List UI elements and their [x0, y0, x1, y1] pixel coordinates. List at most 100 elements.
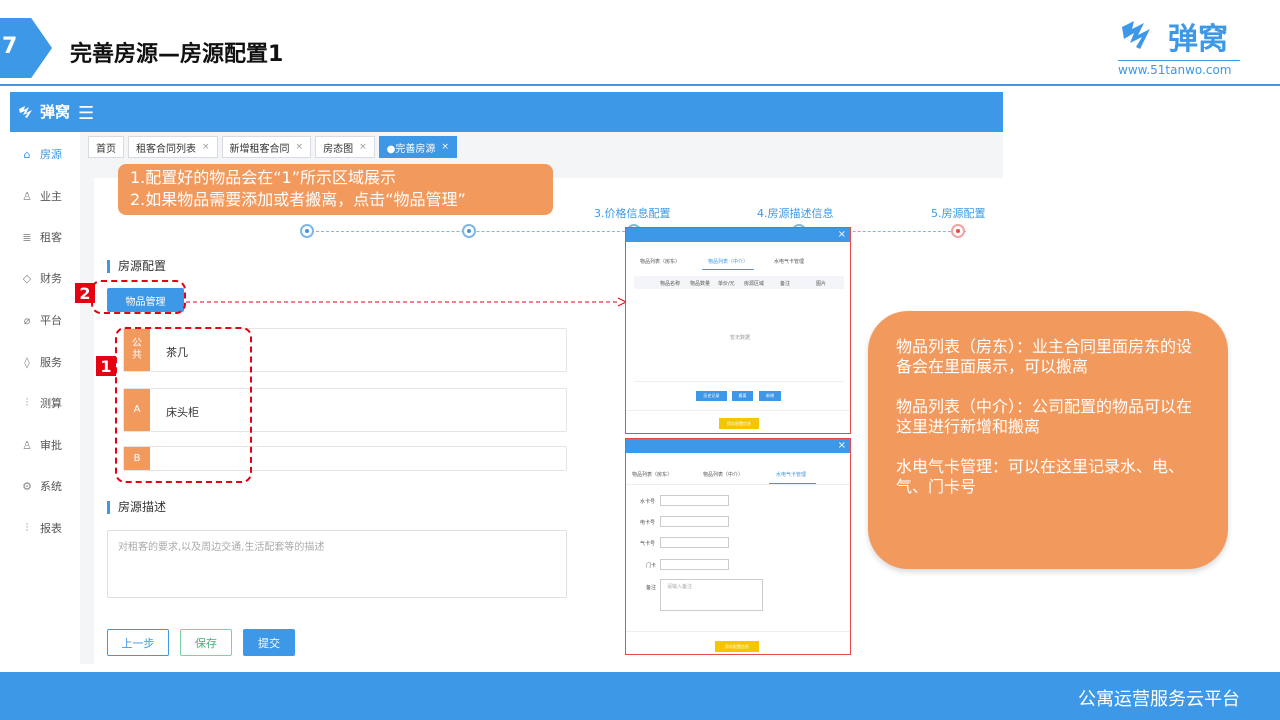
- home-icon: ⌂: [23, 147, 31, 161]
- water-card-input[interactable]: [660, 495, 729, 506]
- sidebar-item-label: 房源: [40, 148, 62, 161]
- database-icon: ≣: [22, 230, 32, 244]
- field-label: 水卡号: [640, 499, 656, 505]
- app-brand: 弹窝: [18, 101, 70, 122]
- close-icon[interactable]: ×: [359, 142, 367, 152]
- tab-tenant-contracts[interactable]: 租客合同列表 ×: [128, 136, 218, 158]
- sidebar-item-label: 租客: [40, 231, 62, 244]
- modal-tab-agency[interactable]: 物品列表（中介）: [703, 471, 743, 478]
- sidebar-item-tenant[interactable]: ≣ 租客: [10, 219, 80, 255]
- field-label: 门卡: [646, 563, 657, 569]
- tab-home[interactable]: 首页: [88, 136, 124, 158]
- footer-text: 公寓运营服务云平台: [1078, 689, 1240, 710]
- sliders-icon: ⫶: [25, 396, 29, 409]
- step-dot-5[interactable]: [951, 224, 965, 238]
- app-brand-name: 弹窝: [40, 103, 71, 121]
- sidebar-item-house[interactable]: ⌂ 房源: [10, 136, 80, 172]
- callout-agency-list: 物品列表（中介）：公司配置的物品可以在这里进行新增和搬离: [896, 397, 1193, 436]
- submit-button[interactable]: 提交: [243, 629, 295, 656]
- sliders-icon: ⫶: [25, 521, 29, 534]
- tab-label: 房态图: [323, 143, 354, 155]
- tab-label: 首页: [96, 143, 116, 155]
- step-label-config: 5.房源配置: [931, 207, 986, 220]
- step-dot-2[interactable]: [462, 224, 476, 238]
- tag-icon: ◊: [24, 355, 30, 369]
- field-label: 备注: [646, 585, 657, 591]
- sidebar-item-service[interactable]: ◊ 服务: [10, 344, 80, 380]
- gas-card-input[interactable]: [660, 537, 729, 548]
- empty-state: 暂无数据: [730, 335, 751, 341]
- app-logo-icon: [19, 105, 32, 118]
- modal-tab-utility[interactable]: 水电气卡管理: [776, 471, 806, 478]
- hamburger-icon[interactable]: ☰: [78, 103, 94, 124]
- person-icon: ♙: [22, 438, 32, 452]
- divider: [626, 631, 850, 632]
- door-card-input[interactable]: [660, 559, 729, 570]
- save-config-button[interactable]: 保存配置信息: [719, 418, 759, 429]
- tab-label: 租客合同列表: [136, 143, 196, 155]
- prev-step-button[interactable]: 上一步: [107, 629, 169, 656]
- modal-header: ×: [626, 228, 850, 242]
- close-icon[interactable]: ×: [838, 439, 846, 453]
- utility-card-modal: × 物品列表（房东） 物品列表（中介） 水电气卡管理 水卡号 电卡号 气卡号 门…: [625, 438, 851, 655]
- move-out-button[interactable]: 搬离: [732, 391, 753, 401]
- modal-tab-agency[interactable]: 物品列表（中介）: [708, 258, 748, 265]
- tab-label: ●完善房源: [386, 143, 436, 155]
- close-icon[interactable]: ×: [202, 142, 210, 152]
- step-dot-1[interactable]: [300, 224, 314, 238]
- sidebar-item-label: 测算: [40, 397, 62, 410]
- brand-name: 弹窝: [1168, 22, 1228, 57]
- sidebar-item-calc[interactable]: ⫶ 测算: [10, 385, 80, 421]
- modal-tab-landlord[interactable]: 物品列表（房东）: [640, 258, 680, 265]
- sidebar-item-label: 业主: [40, 190, 62, 203]
- close-icon[interactable]: ×: [296, 142, 304, 152]
- tab-room-status[interactable]: 房态图 ×: [315, 136, 375, 158]
- save-config-button[interactable]: 保存配置信息: [715, 641, 759, 652]
- field-label: 电卡号: [640, 520, 656, 526]
- user-icon: ♙: [22, 189, 32, 203]
- tab-complete-house[interactable]: ●完善房源 ×: [378, 136, 457, 158]
- save-button[interactable]: 保存: [180, 629, 232, 656]
- section-title-config: 房源配置: [107, 260, 166, 273]
- slide-title: 完善房源—房源配置1: [70, 42, 284, 67]
- close-icon[interactable]: ×: [441, 142, 449, 152]
- sidebar-item-platform[interactable]: ⌀ 平台: [10, 302, 80, 338]
- badge-1: 1: [96, 356, 116, 376]
- history-button[interactable]: 历史记录: [696, 391, 727, 401]
- app-topbar: 弹窝 ☰: [10, 92, 1003, 132]
- table-header: 物品名称 物品数量 单价/元 房源区域 备注 图片: [634, 276, 844, 289]
- add-button[interactable]: 新增: [759, 391, 781, 401]
- col-header: 物品名称: [660, 281, 681, 287]
- callout-utility-card: 水电气卡管理：可以在这里记录水、电、气、门卡号: [896, 457, 1185, 496]
- tab-label: 新增租客合同: [229, 143, 290, 155]
- modal-tab-landlord[interactable]: 物品列表（房东）: [632, 471, 672, 478]
- electric-card-input[interactable]: [660, 516, 729, 527]
- brand-logo-icon: [1122, 21, 1150, 49]
- modal-header: ×: [626, 439, 850, 453]
- step-label-price: 3.价格信息配置: [594, 207, 671, 220]
- leaf-icon: ⌀: [23, 313, 31, 327]
- highlight-goods-button: [91, 280, 186, 314]
- remark-input[interactable]: 请输入备注: [660, 579, 763, 611]
- sidebar-item-owner[interactable]: ♙ 业主: [10, 178, 80, 214]
- field-label: 气卡号: [640, 541, 656, 547]
- sidebar-item-system[interactable]: ⚙ 系统: [10, 468, 80, 504]
- step-label-desc: 4.房源描述信息: [757, 207, 834, 220]
- goods-list-modal: × 物品列表（房东） 物品列表（中介） 水电气卡管理 物品名称 物品数量 单价/…: [625, 227, 851, 434]
- diamond-icon: ◇: [22, 271, 32, 285]
- remark-placeholder: 请输入备注: [667, 584, 693, 590]
- col-header: 物品数量: [690, 281, 711, 287]
- header-divider: [0, 84, 1280, 86]
- divider: [626, 410, 850, 411]
- sidebar: ⌂ 房源 ♙ 业主 ≣ 租客 ◇ 财务 ⌀ 平台 ◊ 服务 ⫶ 测算 ♙ 审批 ⚙ 系统 ⫶ 报表: [10, 132, 80, 664]
- modal-tab-utility[interactable]: 水电气卡管理: [774, 258, 804, 265]
- close-icon[interactable]: ×: [838, 228, 846, 242]
- slide-number: 7: [2, 34, 18, 59]
- active-tab-indicator: [702, 269, 754, 270]
- sidebar-item-finance[interactable]: ◇ 财务: [10, 260, 80, 296]
- house-description-input[interactable]: 对租客的要求,以及周边交通,生活配套等的描述: [107, 530, 567, 598]
- sidebar-item-report[interactable]: ⫶ 报表: [10, 510, 80, 546]
- tab-new-contract[interactable]: 新增租客合同 ×: [221, 136, 312, 158]
- callout-landlord-list: 物品列表（房东）：业主合同里面房东的设备会在里面展示，可以搬离: [896, 337, 1193, 376]
- sidebar-item-approval[interactable]: ♙ 审批: [10, 427, 80, 463]
